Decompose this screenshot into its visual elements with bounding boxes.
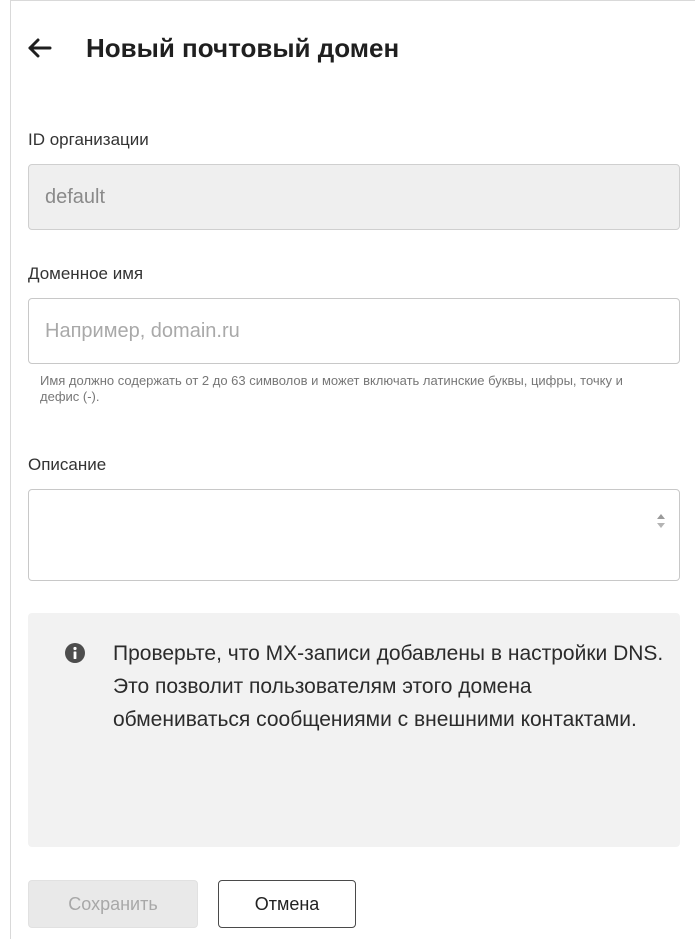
notice-text: Проверьте, что MX-записи добавлены в нас…: [113, 642, 664, 731]
domain-name-input[interactable]: [28, 298, 680, 364]
arrow-left-icon[interactable]: [28, 28, 64, 68]
page-header: Новый почтовый домен: [28, 28, 399, 68]
chevron-up-icon[interactable]: [657, 514, 665, 519]
domain-name-hint: Имя должно содержать от 2 до 63 символов…: [40, 373, 623, 404]
cancel-button[interactable]: Отмена: [218, 880, 356, 928]
page-title: Новый почтовый домен: [86, 32, 400, 63]
panel-border-left: [10, 0, 11, 939]
chevron-down-icon[interactable]: [657, 523, 665, 528]
description-textarea[interactable]: [28, 489, 680, 581]
org-id-field: [28, 164, 680, 230]
mx-records-notice: Проверьте, что MX-записи добавлены в нас…: [28, 613, 680, 847]
panel-border-top: [10, 0, 695, 1]
textarea-resize-spinner[interactable]: [654, 502, 668, 540]
save-button[interactable]: Сохранить: [28, 880, 198, 928]
info-circle-icon: [65, 643, 85, 663]
org-id-label: ID организации: [28, 130, 149, 149]
domain-name-label: Доменное имя: [28, 264, 144, 283]
description-label: Описание: [28, 455, 107, 474]
